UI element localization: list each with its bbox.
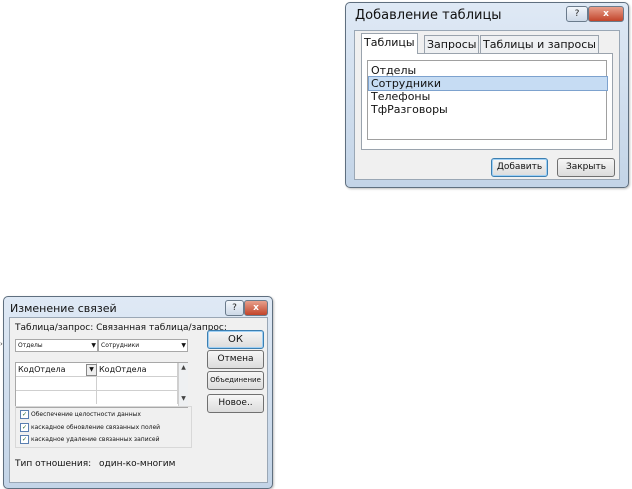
empty-cell[interactable] <box>16 391 97 404</box>
create-new-button[interactable]: Новое.. <box>207 394 264 413</box>
tab-panel: Отделы Сотрудники Телефоны ТфРазговоры <box>361 53 613 150</box>
list-item[interactable]: Отделы <box>369 64 607 77</box>
checkbox-check-icon: ✓ <box>20 423 29 432</box>
field-right-cell[interactable]: КодОтдела <box>97 363 178 377</box>
close-icon[interactable]: x <box>588 6 624 22</box>
relation-type-row: Тип отношения: один-ко-многим <box>15 455 190 477</box>
left-table-combo[interactable]: Отделы ▼ <box>15 339 98 352</box>
tab-queries[interactable]: Запросы <box>424 35 480 53</box>
scroll-up-icon[interactable]: ▲ <box>179 364 188 371</box>
checkbox-label: каскадное удаление связанных записей <box>31 436 160 443</box>
empty-cell[interactable] <box>97 391 178 404</box>
dialog-title: Изменение связей <box>10 302 117 315</box>
field-left-value: КодОтдела <box>18 365 66 374</box>
edit-relations-dialog: Изменение связей ? x Таблица/запрос: Свя… <box>3 296 273 489</box>
scroll-down-icon[interactable]: ▼ <box>179 395 188 402</box>
dialog-client-area: Таблица/запрос: Связанная таблица/запрос… <box>9 317 268 483</box>
left-table-value: Отделы <box>18 342 43 349</box>
list-item[interactable]: ТфРазговоры <box>369 103 607 116</box>
empty-cell[interactable] <box>16 377 97 391</box>
right-table-combo[interactable]: Сотрудники ▼ <box>98 339 188 352</box>
tables-list[interactable]: Отделы Сотрудники Телефоны ТфРазговоры <box>367 60 608 140</box>
tab-tables-and-queries[interactable]: Таблицы и запросы <box>480 35 599 53</box>
help-button[interactable]: ? <box>566 6 588 22</box>
help-button[interactable]: ? <box>225 300 244 316</box>
cascade-delete-checkbox[interactable]: ✓ каскадное удаление связанных записей <box>20 434 160 445</box>
checkbox-check-icon: ✓ <box>20 410 29 419</box>
cascade-update-checkbox[interactable]: ✓ каскадное обновление связанных полей <box>20 422 160 433</box>
referential-integrity-checkbox[interactable]: ✓ Обеспечение целостности данных <box>20 409 141 420</box>
join-type-button[interactable]: Объединение <box>207 371 264 390</box>
relation-type-label: Тип отношения: <box>15 459 92 469</box>
dialog-client-area: Таблицы Запросы Таблицы и запросы Отделы… <box>354 30 620 180</box>
chevron-down-icon[interactable]: ▼ <box>86 364 97 376</box>
chevron-down-icon: ▼ <box>91 342 96 349</box>
list-item-selected[interactable]: Сотрудники <box>368 76 608 91</box>
cancel-button[interactable]: Отмена <box>207 350 264 369</box>
tab-tables[interactable]: Таблицы <box>361 33 418 54</box>
close-button[interactable]: Закрыть <box>557 158 615 177</box>
ok-button[interactable]: ОК <box>207 330 264 349</box>
field-left-cell[interactable]: КодОтдела ▼ <box>16 363 97 377</box>
right-table-value: Сотрудники <box>101 342 140 349</box>
dialog-title: Добавление таблицы <box>355 8 502 23</box>
close-icon[interactable]: x <box>244 300 268 316</box>
vertical-scrollbar[interactable]: ▲ ▼ <box>178 363 188 407</box>
fields-grid[interactable]: КодОтдела ▼ КодОтдела ▲ ▼ <box>15 362 188 408</box>
add-table-dialog: Добавление таблицы ? x Таблицы Запросы Т… <box>345 2 629 188</box>
empty-cell[interactable] <box>97 377 178 391</box>
relation-type-value: один-ко-многим <box>99 459 176 469</box>
checkbox-label: каскадное обновление связанных полей <box>31 424 161 431</box>
add-button[interactable]: Добавить <box>491 158 548 177</box>
table-query-header: Таблица/запрос: Связанная таблица/запрос… <box>15 323 227 333</box>
checkbox-label: Обеспечение целостности данных <box>31 411 141 418</box>
chevron-down-icon: ▼ <box>181 342 186 349</box>
checkbox-check-icon: ✓ <box>20 435 29 444</box>
list-item[interactable]: Телефоны <box>369 90 607 103</box>
